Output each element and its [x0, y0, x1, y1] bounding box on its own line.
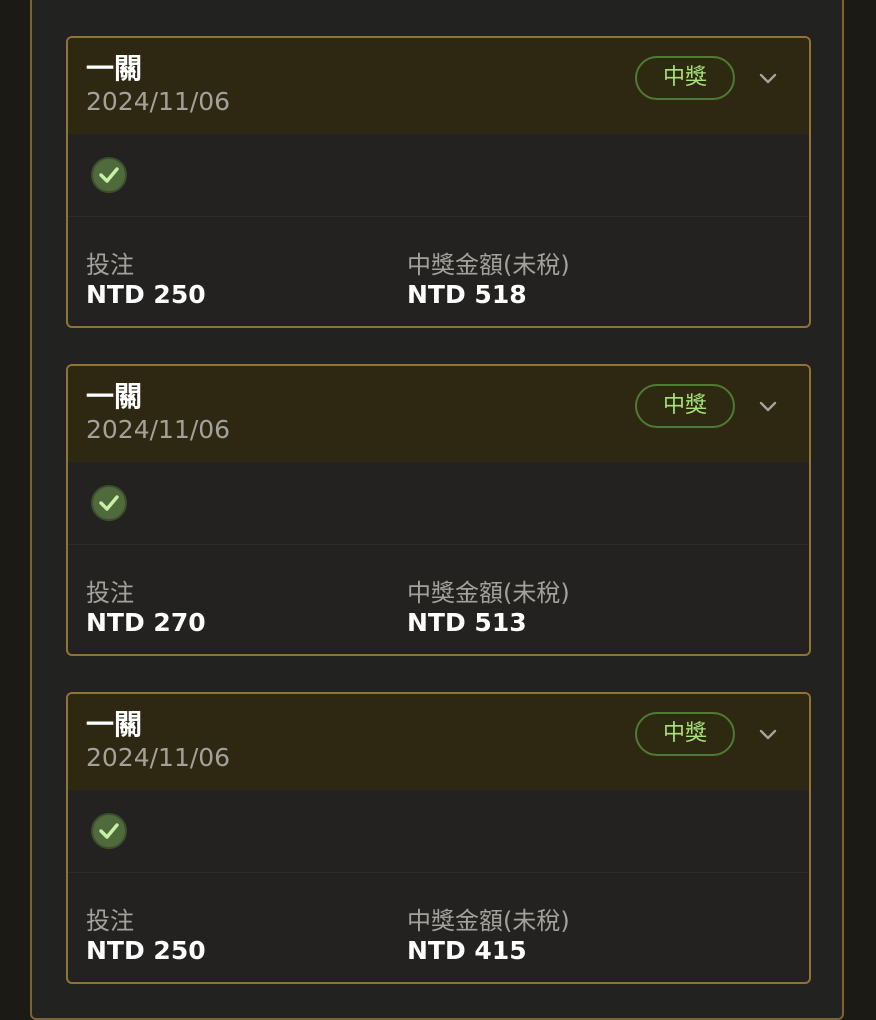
status-badge[interactable]: 中獎 [635, 384, 735, 428]
bet-date: 2024/11/06 [86, 87, 231, 116]
check-circle-icon [91, 485, 127, 521]
bet-card[interactable]: 一關 2024/11/06 中獎 投注 NTD 250 中獎金額(未稅) NTD… [66, 36, 811, 328]
bet-card[interactable]: 一關 2024/11/06 中獎 投注 NTD 270 中獎金額(未稅) NTD… [66, 364, 811, 656]
payout-label: 中獎金額(未稅) [407, 907, 570, 935]
bet-card[interactable]: 一關 2024/11/06 中獎 投注 NTD 250 中獎金額(未稅) NTD… [66, 692, 811, 984]
check-circle-icon [91, 813, 127, 849]
bet-type-title: 一關 [86, 708, 143, 741]
bet-date: 2024/11/06 [86, 415, 231, 444]
status-badge[interactable]: 中獎 [635, 56, 735, 100]
stake-value: NTD 250 [86, 936, 206, 965]
chevron-down-icon[interactable] [757, 724, 779, 746]
bet-type-title: 一關 [86, 52, 143, 85]
bet-type-title: 一關 [86, 380, 143, 413]
stake-value: NTD 270 [86, 608, 206, 637]
selection-row [68, 790, 809, 873]
stake-label: 投注 [86, 907, 134, 935]
stake-label: 投注 [86, 579, 134, 607]
selection-row [68, 462, 809, 545]
payout-value: NTD 415 [407, 936, 527, 965]
stake-value: NTD 250 [86, 280, 206, 309]
payout-label: 中獎金額(未稅) [407, 579, 570, 607]
chevron-down-icon[interactable] [757, 68, 779, 90]
bet-date: 2024/11/06 [86, 743, 231, 772]
chevron-down-icon[interactable] [757, 396, 779, 418]
selection-row [68, 134, 809, 217]
payout-label: 中獎金額(未稅) [407, 251, 570, 279]
stake-label: 投注 [86, 251, 134, 279]
bet-card-header[interactable]: 一關 2024/11/06 中獎 [68, 38, 809, 134]
payout-value: NTD 518 [407, 280, 527, 309]
check-circle-icon [91, 157, 127, 193]
bet-card-header[interactable]: 一關 2024/11/06 中獎 [68, 694, 809, 790]
payout-value: NTD 513 [407, 608, 527, 637]
bet-card-header[interactable]: 一關 2024/11/06 中獎 [68, 366, 809, 462]
status-badge[interactable]: 中獎 [635, 712, 735, 756]
